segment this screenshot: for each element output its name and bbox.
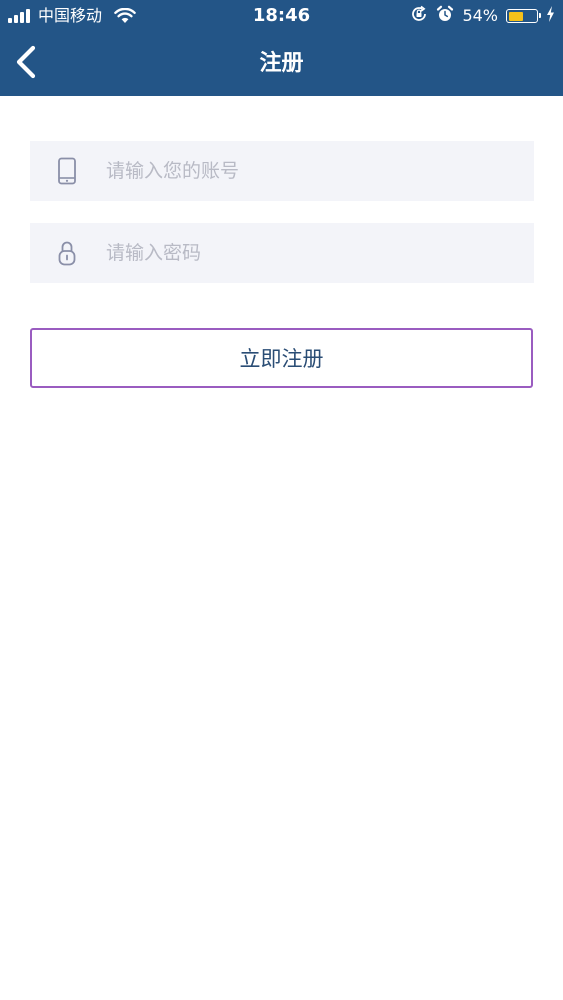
battery-percent: 54% (462, 6, 498, 25)
page-title: 注册 (259, 51, 304, 76)
nav-bar: 注册 (0, 32, 563, 96)
account-field (30, 141, 534, 201)
password-input[interactable] (104, 223, 534, 283)
rotation-lock-icon (410, 5, 428, 28)
register-button[interactable]: 立即注册 (30, 328, 533, 388)
lock-icon (30, 240, 104, 266)
password-field (30, 223, 534, 283)
status-right: 54% (410, 5, 555, 27)
account-input[interactable] (104, 141, 534, 201)
status-bar: 中国移动 18:46 54% (0, 0, 563, 32)
alarm-icon (436, 5, 454, 28)
phone-icon (30, 157, 104, 185)
battery-icon (506, 9, 541, 23)
battery-fill (508, 11, 523, 21)
charging-icon (546, 5, 555, 27)
top-bar: 中国移动 18:46 54% 注册 (0, 0, 563, 96)
